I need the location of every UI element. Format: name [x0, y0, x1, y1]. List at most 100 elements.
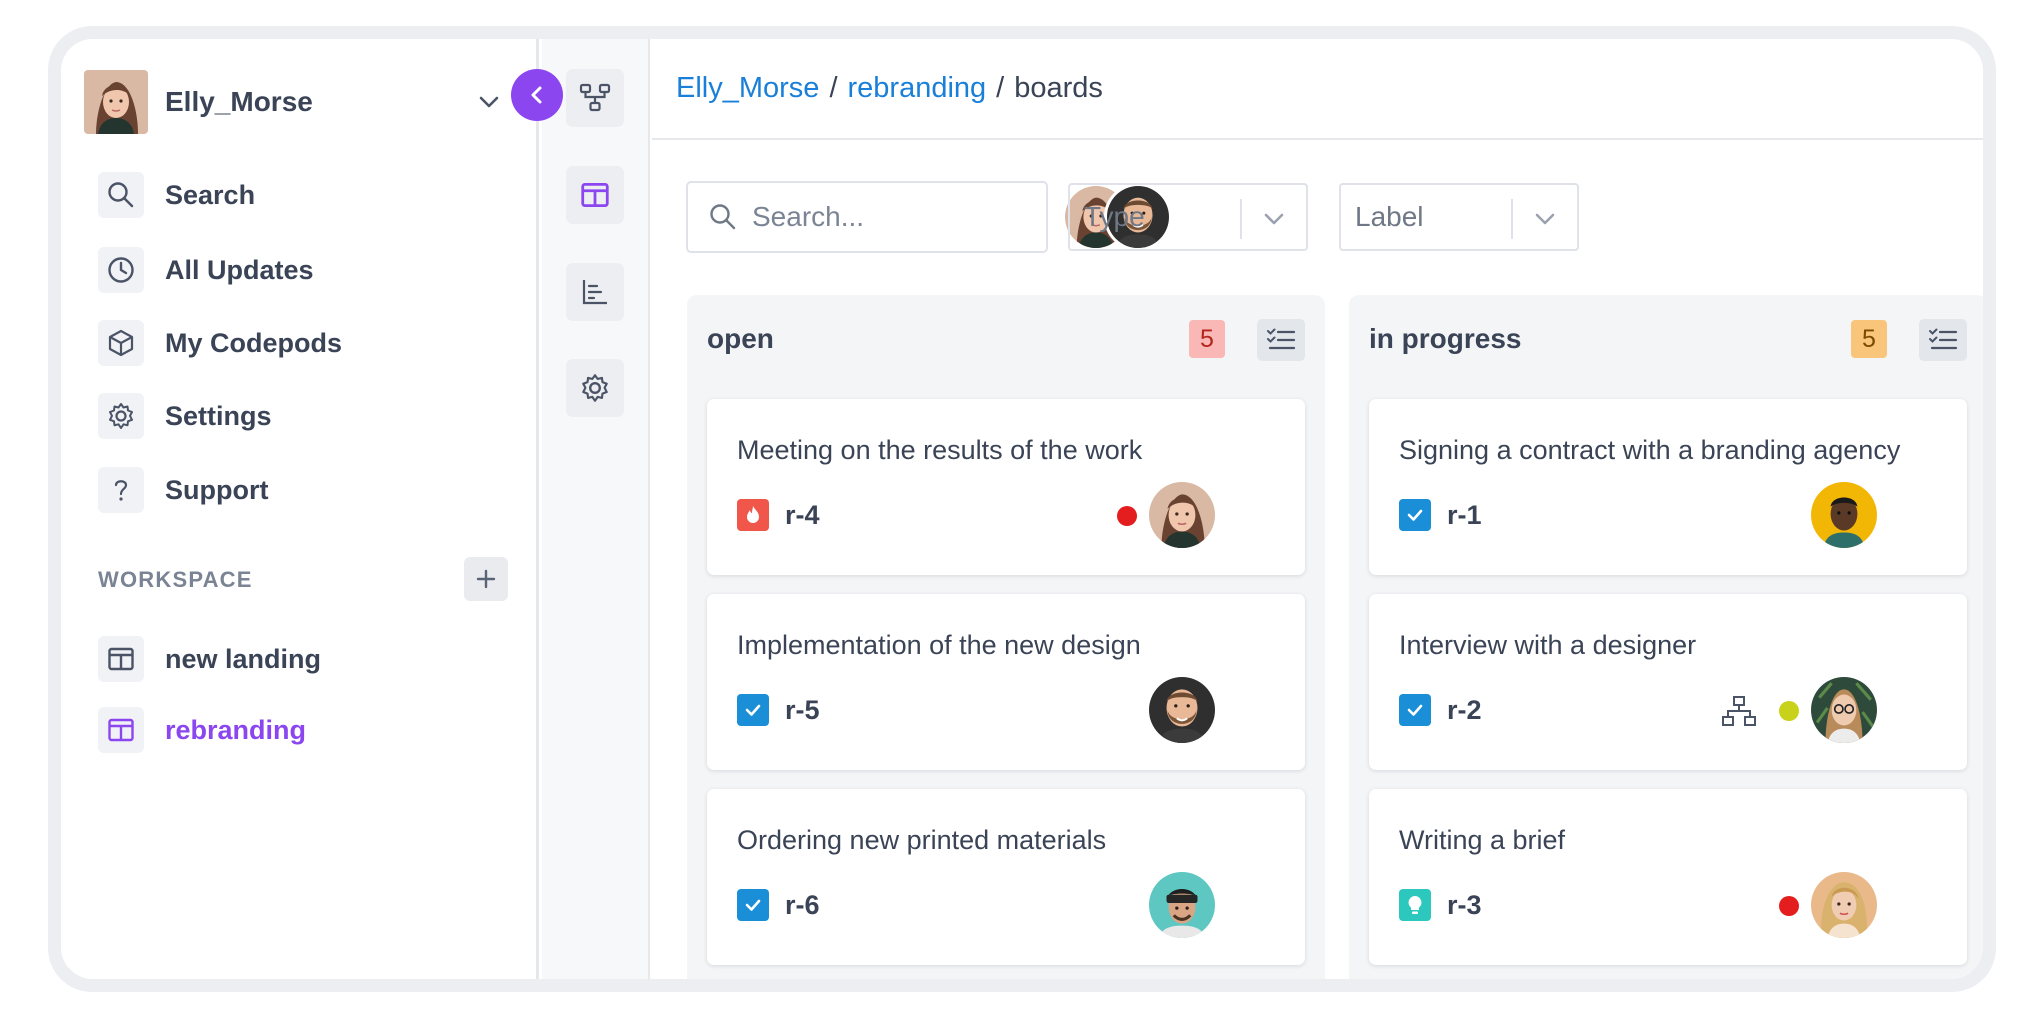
card-title: Interview with a designer	[1399, 630, 1697, 660]
add-workspace-button[interactable]	[464, 557, 508, 601]
nav-item-support[interactable]: Support	[98, 464, 498, 516]
type-filter-label: Type	[1084, 201, 1145, 232]
workspace-title: WORKSPACE	[98, 567, 253, 592]
type-filter-select[interactable]: Type	[1068, 183, 1308, 251]
avatar[interactable]	[1149, 872, 1215, 938]
task-card[interactable]: Writing a brief r-3	[1369, 789, 1967, 965]
sidebar: Elly_Morse Search All Updates My Codepod…	[61, 39, 539, 979]
column-menu-button[interactable]	[1919, 319, 1967, 361]
clock-icon	[98, 247, 144, 293]
checkbox-icon	[737, 694, 769, 726]
chevron-down-icon[interactable]	[474, 87, 504, 117]
column-title: open	[707, 323, 774, 354]
nav-item-search[interactable]: Search	[98, 169, 498, 221]
card-key: r-1	[1447, 500, 1482, 530]
task-card[interactable]: Interview with a designer r-2	[1369, 594, 1967, 770]
rail-chart-button[interactable]	[566, 263, 624, 321]
count-badge: 5	[1851, 320, 1887, 358]
nav-item-my-codepods[interactable]: My Codepods	[98, 317, 498, 369]
breadcrumb-user-link[interactable]: Elly_Morse	[676, 72, 819, 105]
column-menu-button[interactable]	[1257, 319, 1305, 361]
card-key: r-3	[1447, 890, 1482, 920]
chevron-down-icon	[1264, 213, 1284, 225]
icon-rail	[542, 39, 650, 979]
count-badge: 5	[1189, 320, 1225, 358]
checkbox-icon	[737, 889, 769, 921]
card-title: Implementation of the new design	[737, 630, 1141, 660]
checklist-icon	[1267, 328, 1296, 350]
select-divider	[1511, 199, 1513, 239]
avatar[interactable]	[1149, 482, 1215, 548]
board-icon	[98, 636, 144, 682]
workspace-item-label: rebranding	[165, 714, 307, 745]
main-content: Elly_Morse / rebranding / boards Search.…	[652, 39, 1983, 979]
rail-board-button[interactable]	[566, 166, 624, 224]
avatar[interactable]	[1149, 677, 1215, 743]
task-card[interactable]: Meeting on the results of the work r-4	[707, 399, 1305, 575]
checkbox-icon	[1399, 694, 1431, 726]
search-placeholder: Search...	[752, 201, 865, 232]
breadcrumb-project-link[interactable]: rebranding	[848, 72, 987, 105]
checkbox-icon	[1399, 499, 1431, 531]
card-key: r-5	[785, 695, 820, 725]
nav-item-all-updates[interactable]: All Updates	[98, 244, 498, 296]
task-card[interactable]: Signing a contract with a branding agenc…	[1369, 399, 1967, 575]
card-key: r-2	[1447, 695, 1482, 725]
user-name: Elly_Morse	[165, 86, 313, 117]
status-dot	[1117, 506, 1137, 526]
breadcrumb-current: boards	[1014, 72, 1103, 104]
lightbulb-icon	[1399, 889, 1431, 921]
card-title: Signing a contract with a branding agenc…	[1399, 435, 1901, 465]
nav-label: My Codepods	[165, 327, 343, 358]
subtasks-icon	[1722, 696, 1756, 726]
board-icon	[581, 182, 609, 208]
nav-label: Search	[165, 179, 256, 210]
question-icon	[98, 467, 144, 513]
board-column-in-progress: in progress 5 Signing a contract with a …	[1349, 295, 1983, 979]
search-icon	[98, 172, 144, 218]
chevron-down-icon	[1535, 213, 1555, 225]
label-filter-label: Label	[1355, 201, 1424, 232]
avatar[interactable]	[1811, 872, 1877, 938]
breadcrumb-separator: /	[996, 72, 1005, 104]
card-key: r-4	[785, 500, 820, 530]
bug-icon	[737, 499, 769, 531]
board-column-open: open 5 Meeting on the results of the wor…	[687, 295, 1325, 979]
avatar[interactable]	[1811, 482, 1877, 548]
gear-icon	[582, 374, 608, 402]
status-dot	[1779, 701, 1799, 721]
task-card[interactable]: Ordering new printed materials r-6	[707, 789, 1305, 965]
chevron-left-icon	[531, 86, 542, 104]
avatar[interactable]	[1811, 677, 1877, 743]
plus-icon	[476, 569, 496, 589]
card-title: Writing a brief	[1399, 825, 1566, 855]
workspace-item-new-landing[interactable]: new landing	[98, 634, 498, 684]
card-title: Ordering new printed materials	[737, 825, 1107, 855]
app-window: Elly_Morse Search All Updates My Codepod…	[61, 39, 1983, 979]
checklist-icon	[1929, 328, 1958, 350]
column-title: in progress	[1369, 323, 1522, 354]
user-switcher[interactable]: Elly_Morse	[84, 69, 504, 135]
rail-hierarchy-button[interactable]	[566, 69, 624, 127]
card-key: r-6	[785, 890, 820, 920]
breadcrumb-separator: /	[829, 72, 838, 104]
workspace-item-label: new landing	[165, 643, 322, 674]
search-icon	[710, 204, 736, 230]
status-dot	[1779, 896, 1799, 916]
rail-settings-button[interactable]	[566, 359, 624, 417]
hierarchy-icon	[579, 83, 611, 112]
workspace-header: WORKSPACE	[98, 557, 508, 603]
workspace-item-rebranding[interactable]: rebranding	[98, 705, 498, 755]
board-icon	[98, 707, 144, 753]
nav-label: All Updates	[165, 254, 314, 285]
search-input[interactable]: Search...	[686, 181, 1048, 253]
card-title: Meeting on the results of the work	[737, 435, 1143, 465]
task-card[interactable]: Implementation of the new design r-5	[707, 594, 1305, 770]
collapse-sidebar-button[interactable]	[511, 69, 563, 121]
chart-icon	[582, 280, 607, 305]
label-filter-select[interactable]: Label	[1339, 183, 1579, 251]
gear-icon	[98, 393, 144, 439]
nav-item-settings[interactable]: Settings	[98, 390, 498, 442]
user-avatar	[84, 70, 148, 134]
select-divider	[1240, 199, 1242, 239]
